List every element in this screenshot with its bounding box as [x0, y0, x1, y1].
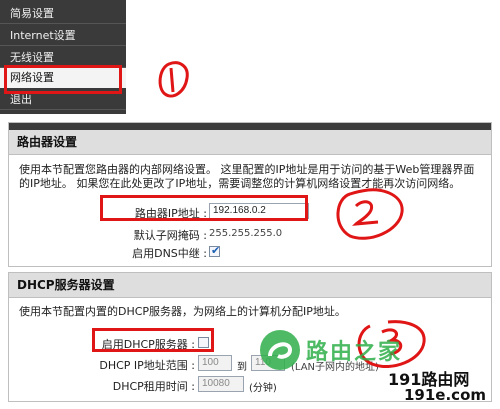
router-settings-description: 使用本节配置您路由器的内部网络设置。 这里配置的IP地址是用于访问的基于Web管…: [19, 163, 475, 190]
highlight-box-network-setup: [4, 65, 122, 94]
annotation-1-mark: [158, 61, 189, 98]
menu-item-label: 退出: [10, 93, 32, 106]
dhcp-range-to-label: 到: [237, 362, 247, 373]
dhcp-settings-title: DHCP服务器设置: [9, 273, 491, 298]
menu-item-label: 无线设置: [10, 51, 54, 64]
check-icon: ✔: [211, 244, 221, 257]
subnet-mask-value: 255.255.255.0: [209, 228, 283, 239]
dhcp-lease-input[interactable]: [198, 376, 244, 392]
dhcp-settings-description: 使用本节配置内置的DHCP服务器，为网络上的计算机分配IP地址。: [19, 305, 346, 318]
highlight-box-router-ip: [100, 195, 308, 221]
dhcp-lease-label: DHCP租用时间 :: [112, 380, 195, 393]
dhcp-lease-unit: (分钟): [249, 383, 277, 394]
section-top-border: [9, 123, 491, 130]
dns-relay-checkbox[interactable]: ✔: [209, 244, 221, 257]
side-menu: 简易设置 Internet设置 无线设置 网络设置 退出: [0, 0, 126, 114]
router-home-logo-icon: [260, 330, 300, 370]
subnet-mask-label: 默认子网掩码 :: [133, 229, 207, 242]
watermark-site-url: 191e.com: [404, 386, 487, 404]
menu-item-internet-setup[interactable]: Internet设置: [0, 26, 126, 46]
menu-item-label: Internet设置: [10, 29, 76, 42]
dhcp-range-label: DHCP IP地址范围 :: [99, 359, 195, 372]
router-settings-title: 路由器设置: [9, 130, 491, 155]
watermark-logo-text: 路由之家: [306, 340, 403, 365]
dns-relay-label: 启用DNS中继 :: [132, 247, 207, 260]
highlight-box-dhcp-enable: [92, 328, 214, 352]
watermark-logo: [256, 326, 304, 377]
dhcp-range-start-input[interactable]: [198, 355, 232, 371]
menu-item-label: 简易设置: [10, 7, 54, 20]
menu-item-easy-setup[interactable]: 简易设置: [0, 4, 126, 24]
